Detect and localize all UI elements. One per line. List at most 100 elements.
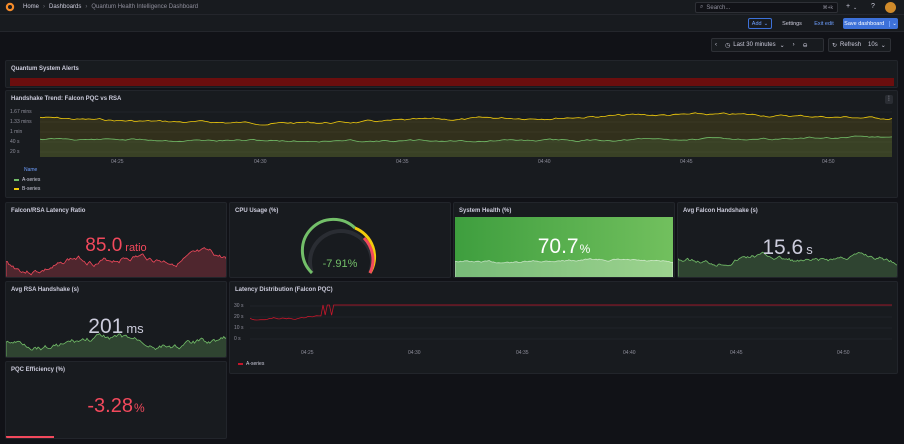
x-tick: 04:45 [680,159,693,165]
legend-label: A-series [246,361,265,367]
plus-icon[interactable]: + [846,3,850,10]
handshake-trend-panel: Handshake Trend: Falcon PQC vs RSA ⋮ 1.6… [5,90,898,198]
time-range-picker[interactable]: ‹ ◷ Last 30 minutes ⌄ › ⊖ [711,38,824,52]
settings-button[interactable]: Settings [777,18,807,29]
x-tick: 04:35 [396,159,409,165]
chevron-right-icon: › [85,4,88,10]
latency-distribution-panel: Latency Distribution (Falcon PQC) 30 s 2… [229,281,898,374]
legend-swatch [238,363,243,365]
save-label: Save dashboard [844,20,885,27]
chevron-down-icon: ⌄ [763,20,769,27]
y-tick: 0 s [234,336,241,342]
panel-title: CPU Usage (%) [235,208,279,214]
chevron-right-icon[interactable]: › [793,42,795,48]
x-axis: 04:25 04:30 04:35 04:40 04:45 04:50 [250,350,892,358]
panel-title: Handshake Trend: Falcon PQC vs RSA [11,96,122,102]
x-tick: 04:25 [301,350,314,356]
y-tick: 10 s [234,325,244,331]
x-tick: 04:45 [730,350,743,356]
stat-value: 201 ms [6,315,226,339]
stat-number: 15.6 [762,236,804,259]
alert-banner [10,78,894,86]
top-navbar: Home › Dashboards › Quantum Health Intel… [0,0,904,15]
chevron-down-icon[interactable]: ⌄ [853,5,857,11]
y-tick: 40 s [10,139,20,145]
panel-menu-icon[interactable]: ⋮ [885,95,893,104]
x-tick: 04:50 [822,159,835,165]
stat-number: 85.0 [85,235,123,256]
panel-title: Avg Falcon Handshake (s) [683,208,758,214]
y-tick: 1.67 mins [10,109,32,115]
stat-unit: s [806,242,813,257]
stat-value: 85.0 ratio [6,235,226,257]
y-tick: 1.33 mins [10,119,32,125]
legend-swatch [14,188,19,190]
breadcrumb-dashboards[interactable]: Dashboards [49,4,81,10]
panel-title: Falcon/RSA Latency Ratio [11,208,86,214]
stat-number: 201 [88,315,124,338]
x-tick: 04:40 [623,350,636,356]
x-tick: 04:50 [837,350,850,356]
x-tick: 04:30 [254,159,267,165]
legend-item-a[interactable]: A-series [238,361,264,367]
search-input[interactable]: ⌕ Search... ⌘+k [695,2,838,13]
breadcrumb: Home › Dashboards › Quantum Health Intel… [23,4,198,10]
search-icon: ⌕ [700,4,704,10]
y-tick: 30 s [234,303,244,309]
stat-number: 70.7 [537,235,579,258]
search-shortcut: ⌘+k [822,4,833,11]
chevron-down-icon: ⌄ [880,42,886,49]
stat-number: -7.91% [322,258,358,270]
avatar[interactable] [885,2,896,13]
breadcrumb-home[interactable]: Home [23,4,39,10]
chevron-right-icon: › [43,4,46,10]
stat-unit: ratio [125,242,147,254]
system-health-panel: System Health (%) 70.7% [453,202,675,278]
zoom-out-icon[interactable]: ⊖ [803,42,808,49]
alerts-panel: Quantum System Alerts [5,60,898,88]
legend-header: Name [24,167,38,173]
refresh-icon[interactable]: ↻ [832,42,837,49]
stat-value: 70.7% [454,235,674,259]
stat-unit: % [579,242,591,256]
stat-value: 15.6 s [678,236,897,260]
legend-label: B-series [22,186,41,192]
x-tick: 04:25 [111,159,124,165]
panel-title: Latency Distribution (Falcon PQC) [235,287,333,293]
latency-chart [250,304,892,340]
refresh-interval[interactable]: 10s [868,42,878,48]
panel-title: System Health (%) [459,208,512,214]
handshake-chart [40,111,892,157]
a-series-line [250,304,892,321]
refresh-button[interactable]: Refresh [840,42,861,48]
save-dashboard-button[interactable]: Save dashboard ⌄ [843,18,898,29]
legend-item-a[interactable]: A-series [14,177,40,183]
stat-unit: ms [126,321,144,336]
efficiency-sparkline [6,436,54,438]
x-axis: 04:25 04:30 04:35 04:40 04:45 04:50 [40,159,892,167]
exit-edit-button[interactable]: Exit edit [810,18,838,29]
panel-title: PQC Efficiency (%) [11,367,66,373]
stat-unit: % [133,401,145,415]
legend-label: A-series [22,177,41,183]
time-range-label: Last 30 minutes [733,42,776,48]
x-tick: 04:30 [408,350,421,356]
latency-ratio-panel: Falcon/RSA Latency Ratio 85.0 ratio [5,202,227,278]
avg-rsa-panel: Avg RSA Handshake (s) 201 ms [5,281,227,358]
chevron-left-icon[interactable]: ‹ [715,42,717,48]
cpu-usage-panel: CPU Usage (%) -7.91% [229,202,451,278]
y-tick: 20 s [234,314,244,320]
stat-value: -7.91% [230,258,450,270]
y-axis: 30 s 20 s 10 s 0 s [234,303,250,347]
add-button[interactable]: Add ⌄ [748,18,772,29]
help-icon[interactable]: ? [871,3,875,10]
grafana-logo-icon[interactable] [5,2,15,12]
refresh-picker[interactable]: ↻ Refresh 10s ⌄ [828,38,891,52]
avg-falcon-panel: Avg Falcon Handshake (s) 15.6 s [677,202,898,278]
legend-item-b[interactable]: B-series [14,186,40,192]
x-tick: 04:35 [516,350,529,356]
legend-swatch [14,179,19,181]
chevron-down-icon: ⌄ [889,20,897,27]
y-tick: 1 min [10,129,23,135]
search-placeholder: Search... [706,4,731,11]
